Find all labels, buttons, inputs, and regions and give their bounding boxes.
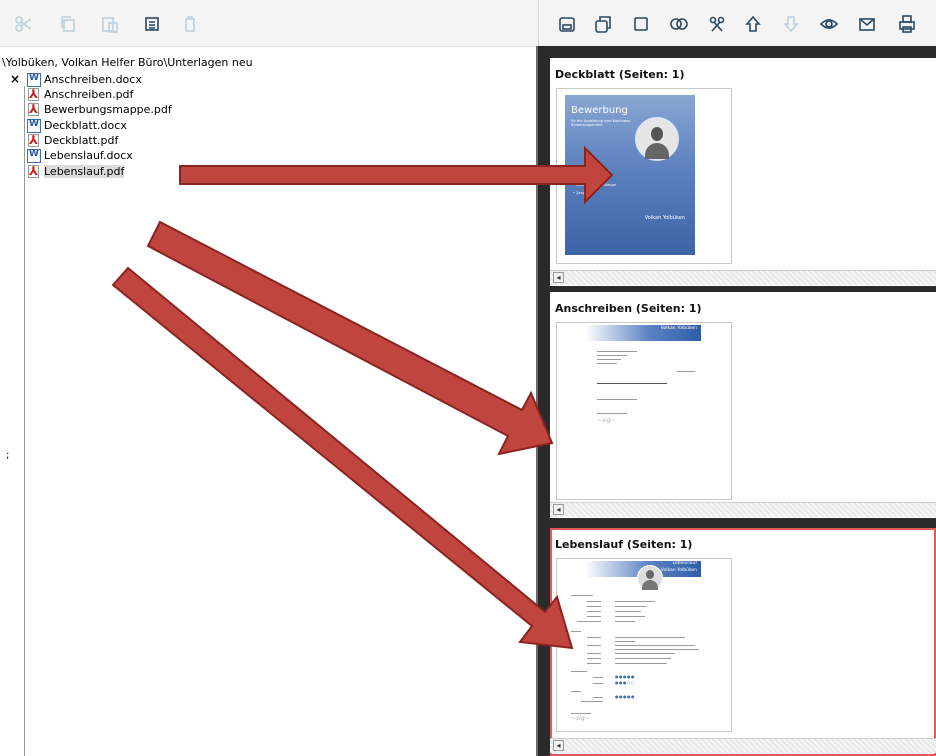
preview-section-anschreiben[interactable]: Anschreiben (Seiten: 1) Volkan Yolbüken …	[550, 292, 936, 518]
page-thumbnail[interactable]: Bewerbung für die Ausbildung zum Kaufman…	[556, 88, 732, 264]
tree-guide-line	[24, 86, 25, 756]
file-name: Bewerbungsmappe.pdf	[44, 103, 172, 116]
square-icon[interactable]	[627, 10, 655, 38]
word-file-icon	[27, 148, 41, 163]
cover-bullet: • Zeugnisse	[573, 191, 595, 195]
cover-name: Volkan Yolbüken	[644, 215, 685, 221]
list-item[interactable]: Anschreiben.docx	[27, 72, 142, 87]
section-title: Deckblatt (Seiten: 1)	[555, 68, 685, 81]
cover-title: Bewerbung	[571, 105, 628, 116]
list-item-selected[interactable]: Lebenslauf.pdf	[27, 164, 125, 179]
list-item[interactable]: Anschreiben.pdf	[27, 87, 133, 102]
pdf-file-icon	[27, 133, 41, 148]
paste-icon[interactable]	[96, 10, 124, 38]
eye-icon[interactable]	[815, 10, 843, 38]
list-item[interactable]: Deckblatt.pdf	[27, 133, 118, 148]
horizontal-scrollbar[interactable]: ◂	[550, 270, 936, 285]
page-thumbnail[interactable]: Volkan Yolbüken ~sig~	[556, 322, 732, 500]
horizontal-scrollbar[interactable]: ◂	[550, 738, 936, 753]
scroll-left-icon[interactable]: ◂	[553, 504, 564, 515]
scroll-left-icon[interactable]: ◂	[553, 272, 564, 283]
copy-icon[interactable]	[54, 10, 82, 38]
preview-section-lebenslauf[interactable]: Lebenslauf (Seiten: 1) Lebenslauf Volkan…	[550, 528, 936, 756]
file-name: Lebenslauf.pdf	[44, 165, 125, 178]
cover-bullet: • Lebenslauf & Anhänge	[573, 183, 616, 187]
file-name: Deckblatt.docx	[44, 119, 127, 132]
section-title: Lebenslauf (Seiten: 1)	[555, 538, 693, 551]
cv-header-title: Lebenslauf	[672, 561, 697, 566]
avatar	[637, 565, 663, 591]
section-title: Anschreiben (Seiten: 1)	[555, 302, 702, 315]
file-name: Lebenslauf.docx	[44, 149, 133, 162]
letter-header-name: Volkan Yolbüken	[660, 326, 697, 331]
arrow-to-anschreiben	[146, 220, 554, 456]
pdf-file-icon	[27, 102, 41, 117]
list-item[interactable]: Lebenslauf.docx	[27, 148, 133, 163]
file-name: Anschreiben.pdf	[44, 88, 134, 101]
save-as-icon[interactable]	[589, 10, 617, 38]
merge-circles-icon[interactable]	[665, 10, 693, 38]
preview-section-deckblatt[interactable]: Deckblatt (Seiten: 1) Bewerbung für die …	[550, 58, 936, 286]
left-toolbar	[0, 0, 538, 47]
right-toolbar	[538, 0, 936, 47]
file-name: Anschreiben.docx	[44, 73, 142, 86]
horizontal-scrollbar[interactable]: ◂	[550, 502, 936, 517]
arrow-down-icon[interactable]	[777, 10, 805, 38]
scroll-left-icon[interactable]: ◂	[553, 740, 564, 751]
word-file-icon	[27, 72, 41, 87]
arrow-up-icon[interactable]	[739, 10, 767, 38]
folder-path: \Yolbüken, Volkan Helfer Büro\Unterlagen…	[2, 56, 253, 69]
calculator-icon[interactable]	[138, 10, 166, 38]
trash-icon[interactable]	[176, 10, 204, 38]
mail-icon[interactable]	[853, 10, 881, 38]
cv-header-name: Volkan Yolbüken	[660, 568, 697, 573]
list-item[interactable]: Deckblatt.docx	[27, 118, 127, 133]
side-mark: ;	[6, 450, 10, 461]
pdf-file-icon	[27, 164, 41, 179]
arrow-to-lebenslauf	[111, 266, 574, 650]
cover-bullet: • Anschreiben	[573, 175, 598, 179]
page-thumbnail[interactable]: Lebenslauf Volkan Yolbüken ●●●●● ●●●○○ ●…	[556, 558, 732, 732]
word-file-icon	[27, 118, 41, 133]
scissors-icon[interactable]	[10, 10, 38, 38]
avatar	[635, 117, 679, 161]
pdf-file-icon	[27, 87, 41, 102]
letter-header: Volkan Yolbüken	[585, 325, 701, 341]
cover-subtitle: für die Ausbildung zum Kaufmann Büromana…	[571, 119, 631, 127]
cut-tool-icon[interactable]	[703, 10, 731, 38]
cover-page: Bewerbung für die Ausbildung zum Kaufman…	[565, 95, 695, 255]
list-item[interactable]: Bewerbungsmappe.pdf	[27, 102, 172, 117]
print-icon[interactable]	[893, 10, 921, 38]
close-icon[interactable]: ×	[10, 72, 20, 86]
save-icon[interactable]	[553, 10, 581, 38]
file-name: Deckblatt.pdf	[44, 134, 119, 147]
